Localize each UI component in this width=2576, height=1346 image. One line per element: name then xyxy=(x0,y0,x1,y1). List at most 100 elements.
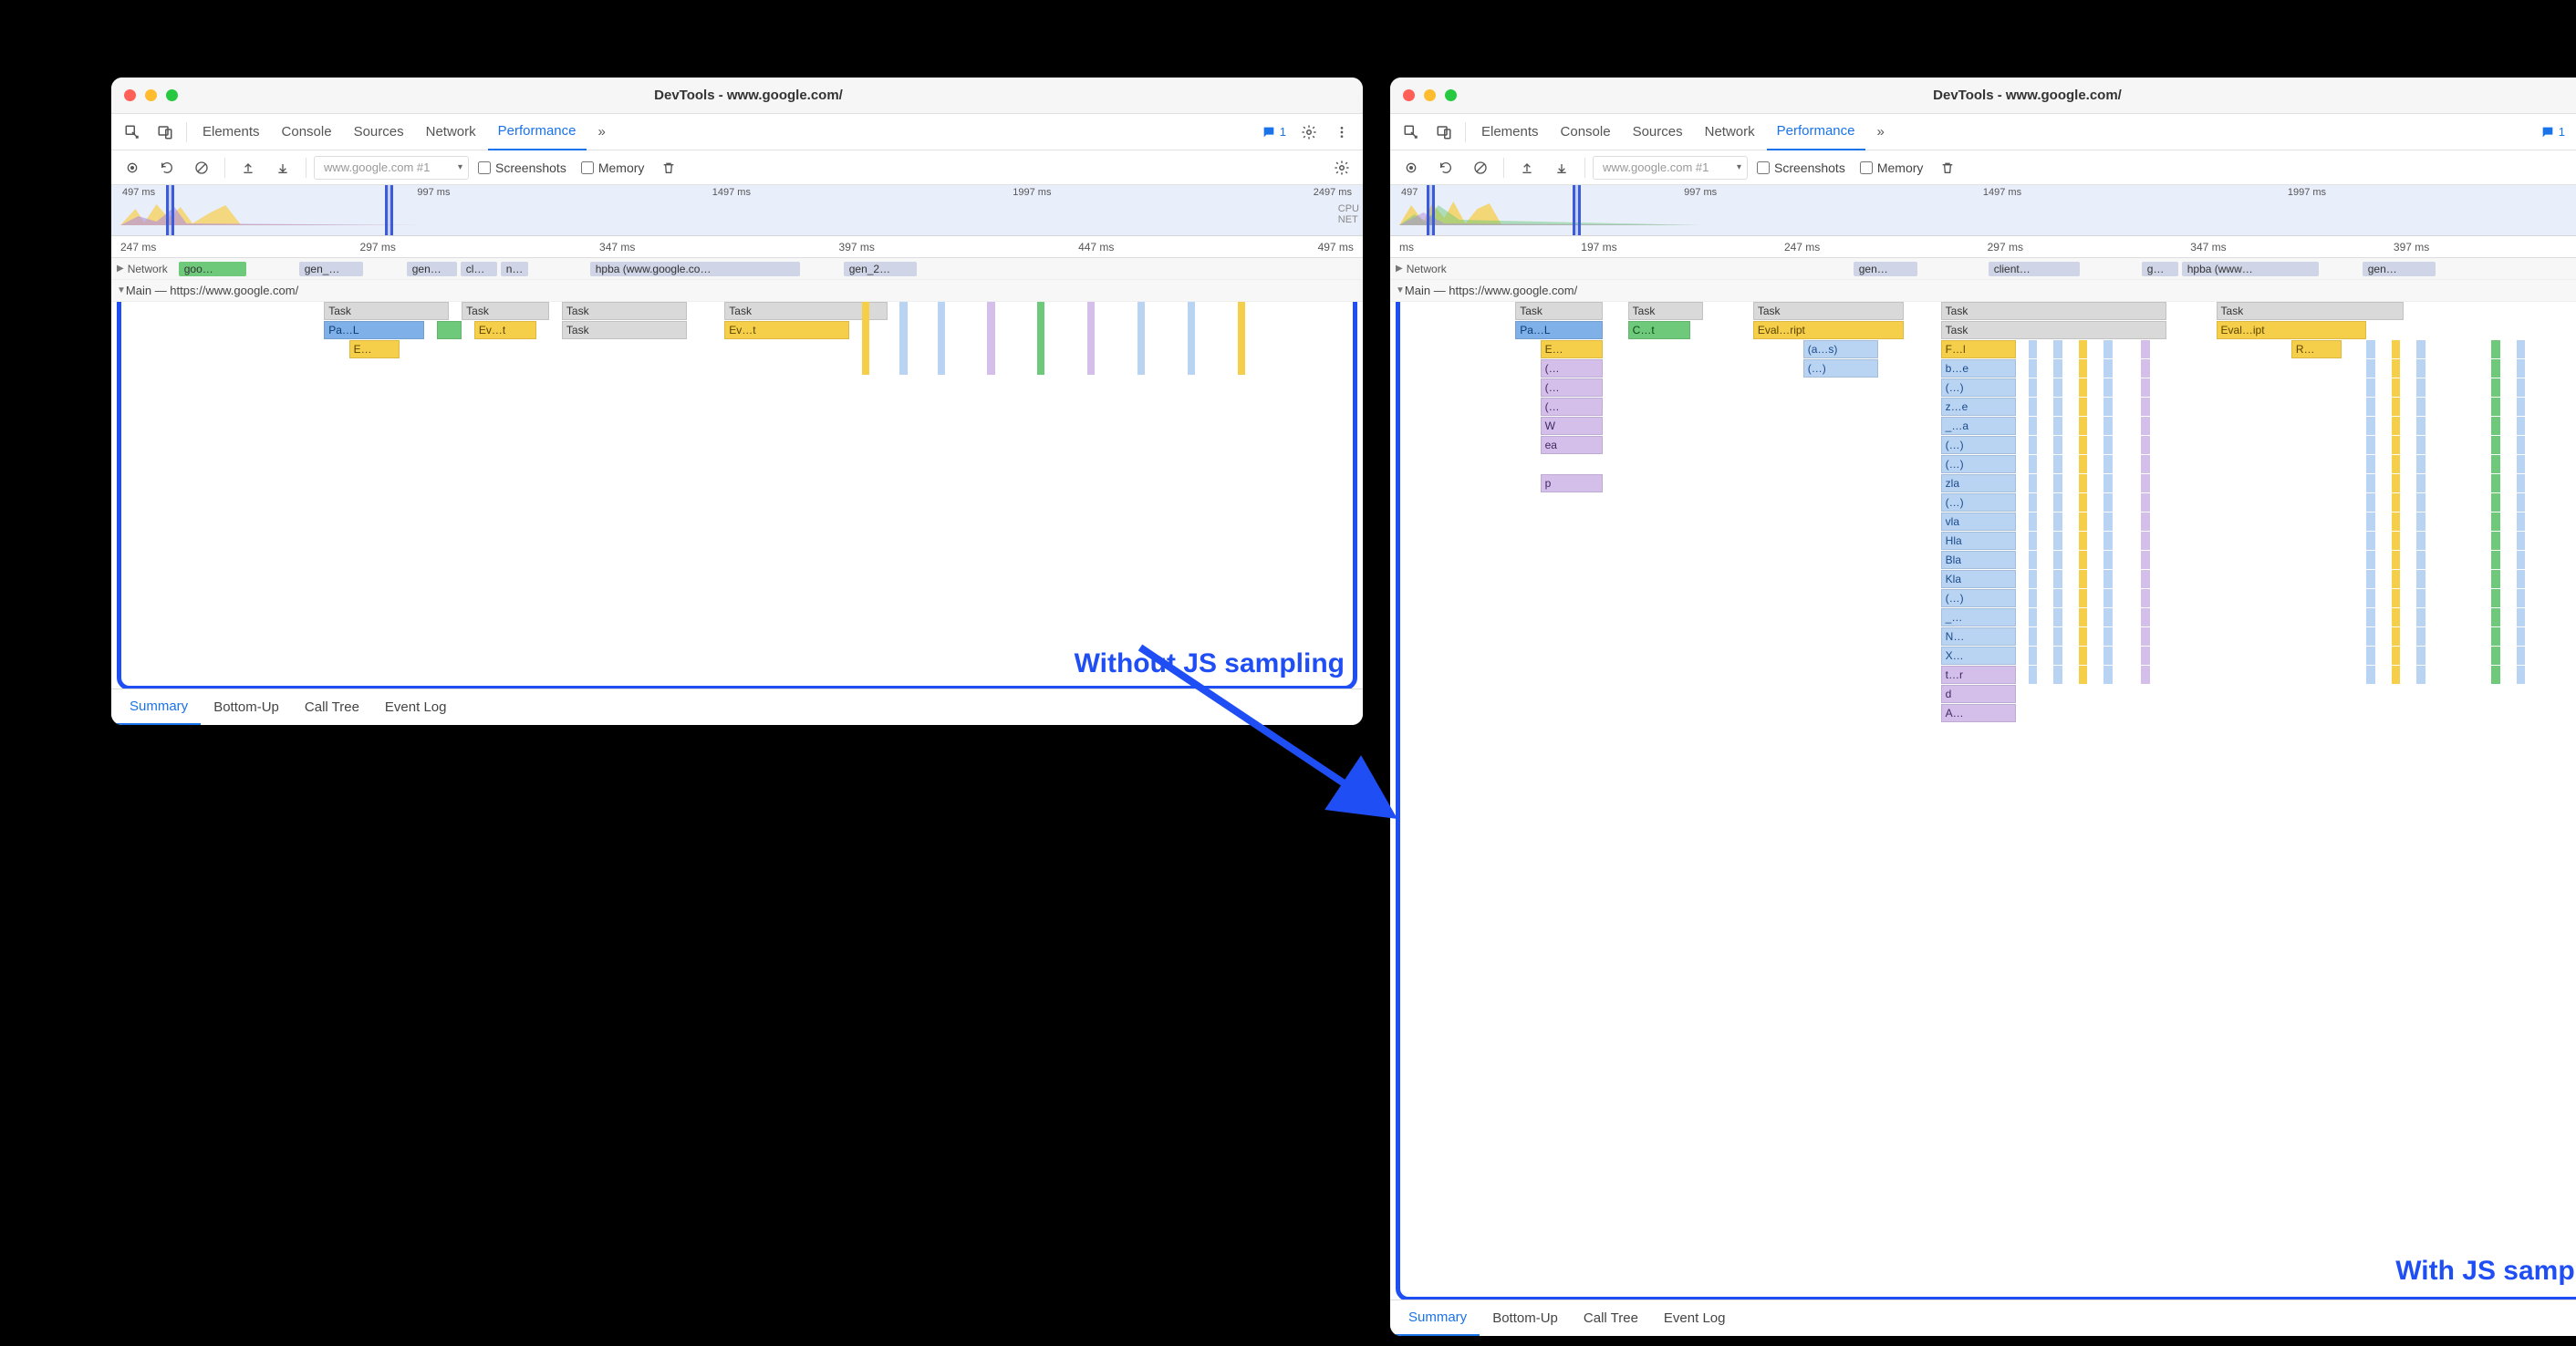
flame-frame[interactable]: (… xyxy=(1541,359,1604,378)
flame-frame[interactable]: E… xyxy=(349,340,400,358)
flame-frame[interactable] xyxy=(2392,398,2401,416)
screenshots-checkbox[interactable]: Screenshots xyxy=(473,160,572,175)
flame-frame[interactable] xyxy=(2103,647,2113,665)
flame-frame[interactable] xyxy=(2053,647,2062,665)
flame-frame[interactable] xyxy=(2141,532,2150,550)
flame-frame[interactable] xyxy=(2491,627,2500,646)
flame-frame[interactable] xyxy=(2029,455,2038,473)
flame-frame[interactable] xyxy=(2416,378,2425,397)
flame-frame[interactable] xyxy=(2079,532,2088,550)
flame-frame[interactable] xyxy=(2079,666,2088,684)
flame-frame[interactable] xyxy=(2079,359,2088,378)
flame-frame[interactable] xyxy=(2141,627,2150,646)
flame-frame[interactable] xyxy=(2079,436,2088,454)
flame-frame[interactable] xyxy=(2053,532,2062,550)
flame-frame[interactable] xyxy=(2103,627,2113,646)
net-item[interactable]: gen… xyxy=(1854,262,1917,276)
main-thread-label[interactable]: ▼ Main — https://www.google.com/ xyxy=(111,280,1363,302)
flame-frame[interactable] xyxy=(2029,398,2038,416)
network-lane[interactable]: ▶ Network goo… gen_… gen… cl… n… hpba (w… xyxy=(111,258,1363,280)
flame-frame[interactable] xyxy=(2079,589,2088,607)
flame-frame[interactable] xyxy=(2491,359,2500,378)
flame-chart[interactable]: Without JS sampling TaskTaskTaskTaskPa…L… xyxy=(111,302,1363,689)
flame-frame[interactable] xyxy=(2103,589,2113,607)
flame-frame[interactable] xyxy=(1037,302,1044,375)
flame-frame[interactable] xyxy=(2103,455,2113,473)
flame-frame[interactable] xyxy=(2029,532,2038,550)
flame-frame[interactable]: Task xyxy=(2217,302,2405,320)
inspect-icon[interactable] xyxy=(117,117,148,148)
net-item[interactable]: cl… xyxy=(461,262,497,276)
tab-sources[interactable]: Sources xyxy=(1623,114,1693,150)
flame-frame[interactable] xyxy=(2392,340,2401,358)
flame-frame[interactable] xyxy=(2392,532,2401,550)
flame-frame[interactable] xyxy=(2103,436,2113,454)
flame-frame[interactable] xyxy=(2517,455,2526,473)
flame-frame[interactable]: _… xyxy=(1941,608,2016,626)
flame-frame[interactable] xyxy=(938,302,945,375)
tab-more[interactable]: » xyxy=(1867,114,1895,150)
tab-sources[interactable]: Sources xyxy=(344,114,414,150)
flame-frame[interactable] xyxy=(2366,532,2375,550)
flame-frame[interactable] xyxy=(2141,513,2150,531)
flame-frame[interactable] xyxy=(2392,359,2401,378)
record-icon[interactable] xyxy=(1396,152,1427,183)
flame-frame[interactable]: X… xyxy=(1941,647,2016,665)
recording-dropdown[interactable]: www.google.com #1 xyxy=(314,156,469,180)
flame-frame[interactable]: Pa…L xyxy=(1515,321,1603,339)
tab-console[interactable]: Console xyxy=(272,114,342,150)
upload-icon[interactable] xyxy=(233,152,264,183)
flame-frame[interactable] xyxy=(2491,551,2500,569)
upload-icon[interactable] xyxy=(1511,152,1542,183)
flame-frame[interactable] xyxy=(1087,302,1095,375)
flame-frame[interactable] xyxy=(2491,570,2500,588)
flame-frame[interactable] xyxy=(2366,666,2375,684)
flame-frame[interactable] xyxy=(2053,455,2062,473)
net-item[interactable]: gen_… xyxy=(299,262,363,276)
minimize-icon[interactable] xyxy=(1424,89,1436,101)
flame-frame[interactable] xyxy=(2517,398,2526,416)
minimize-icon[interactable] xyxy=(145,89,157,101)
gc-icon[interactable] xyxy=(653,152,684,183)
flame-frame[interactable] xyxy=(2029,570,2038,588)
flame-frame[interactable]: z…e xyxy=(1941,398,2016,416)
flame-frame[interactable] xyxy=(2053,398,2062,416)
flame-frame[interactable] xyxy=(2141,398,2150,416)
flame-frame[interactable] xyxy=(2416,570,2425,588)
flame-frame[interactable] xyxy=(2141,666,2150,684)
flame-frame[interactable]: E… xyxy=(1541,340,1604,358)
flame-frame[interactable] xyxy=(2103,340,2113,358)
flame-frame[interactable] xyxy=(2366,474,2375,492)
flame-frame[interactable] xyxy=(2366,627,2375,646)
range-handle-right[interactable] xyxy=(385,185,393,235)
clear-icon[interactable] xyxy=(186,152,217,183)
flame-frame[interactable] xyxy=(2029,378,2038,397)
flame-frame[interactable] xyxy=(2416,627,2425,646)
flame-frame[interactable] xyxy=(2491,417,2500,435)
timeline-overview[interactable]: 497 997 ms 1497 ms 1997 ms 2497 ms CPUNE… xyxy=(1390,185,2576,236)
flame-frame[interactable] xyxy=(862,302,869,375)
maximize-icon[interactable] xyxy=(166,89,178,101)
flame-frame[interactable] xyxy=(2141,589,2150,607)
flame-frame[interactable] xyxy=(2517,666,2526,684)
flame-frame[interactable]: N… xyxy=(1941,627,2016,646)
chevron-down-icon[interactable]: ▼ xyxy=(117,285,126,295)
flame-frame[interactable] xyxy=(2517,359,2526,378)
flame-frame[interactable] xyxy=(2079,493,2088,512)
flame-frame[interactable] xyxy=(2491,493,2500,512)
flame-frame[interactable] xyxy=(2103,532,2113,550)
flame-frame[interactable] xyxy=(2491,436,2500,454)
flame-frame[interactable]: F…l xyxy=(1941,340,2016,358)
tab-bottomup[interactable]: Bottom-Up xyxy=(1480,1300,1571,1337)
flame-frame[interactable] xyxy=(2103,493,2113,512)
net-item[interactable]: gen_2… xyxy=(844,262,917,276)
net-item[interactable]: n… xyxy=(501,262,528,276)
range-handle-left[interactable] xyxy=(166,185,174,235)
net-item[interactable]: gen… xyxy=(2363,262,2436,276)
download-icon[interactable] xyxy=(1546,152,1577,183)
flame-frame[interactable]: (… xyxy=(1541,378,1604,397)
download-icon[interactable] xyxy=(267,152,298,183)
flame-frame[interactable]: Task xyxy=(1753,302,1904,320)
flame-frame[interactable] xyxy=(2053,474,2062,492)
flame-frame[interactable] xyxy=(2517,474,2526,492)
